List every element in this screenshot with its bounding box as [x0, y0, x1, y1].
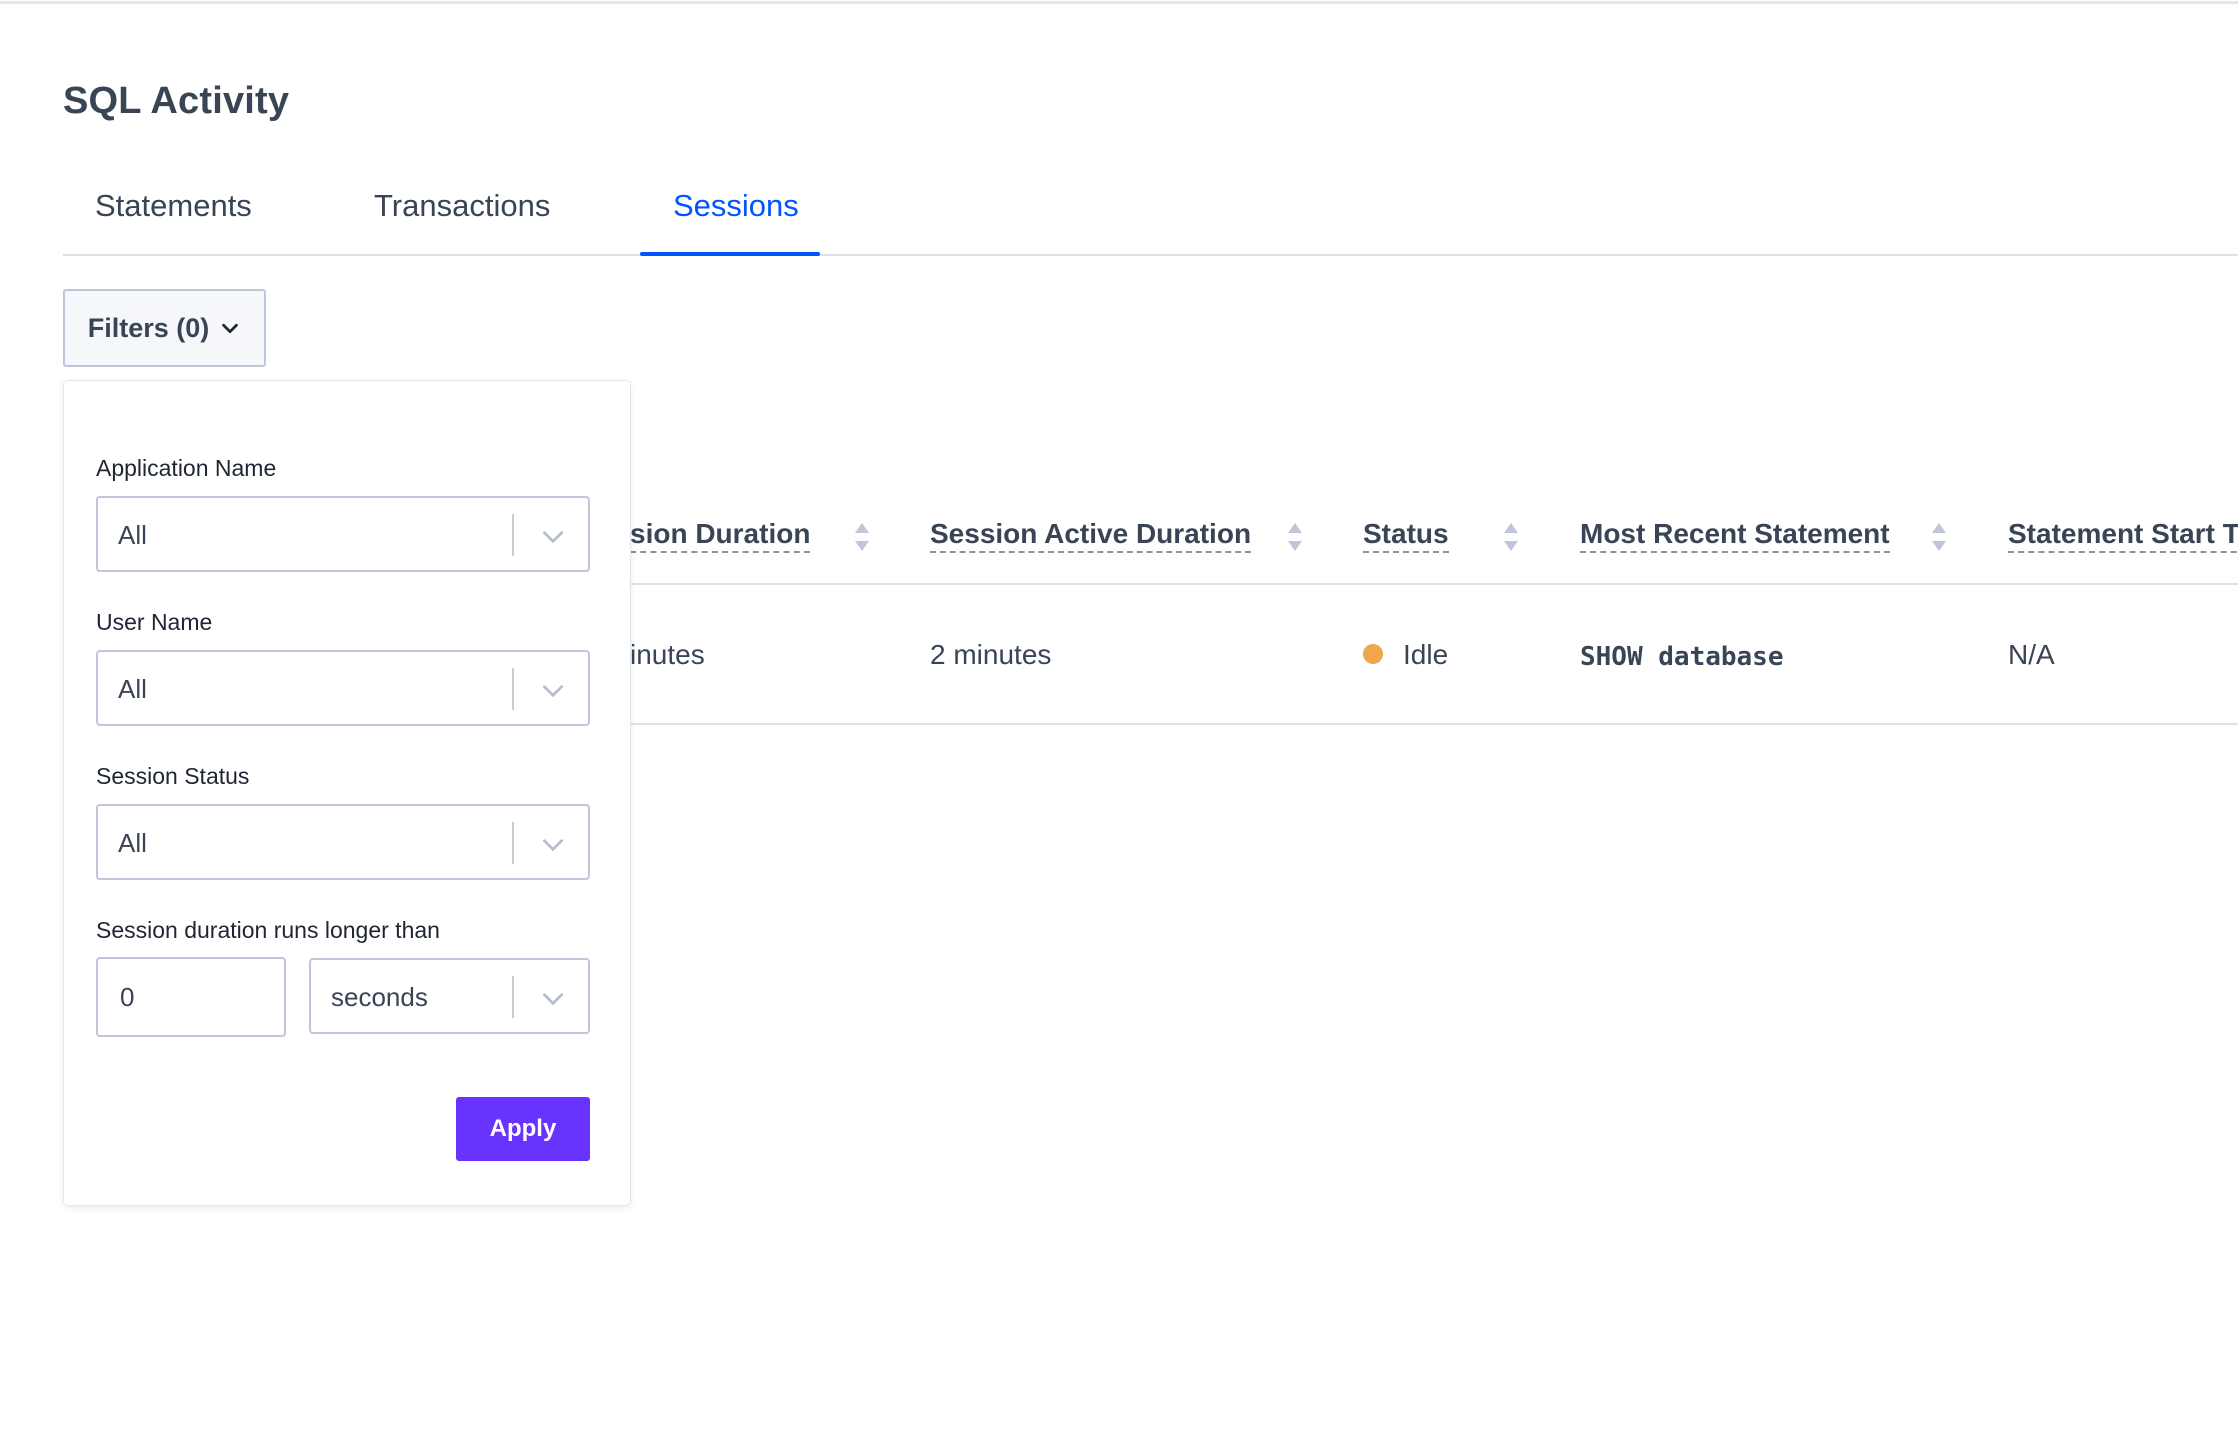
chevron-down-icon: [542, 531, 564, 544]
application-name-select[interactable]: All: [96, 496, 590, 572]
select-separator: [512, 976, 514, 1018]
filters-button[interactable]: Filters (0): [63, 289, 266, 367]
tab-transactions[interactable]: Transactions: [374, 188, 550, 256]
session-status-select[interactable]: All: [96, 804, 590, 880]
chevron-down-icon: [542, 685, 564, 698]
cell-statement-start-time: N/A: [2008, 639, 2055, 670]
cell-status: Idle: [1403, 639, 1449, 670]
filters-panel: Application Name All User Name All Sessi…: [63, 380, 631, 1206]
column-statement-start-time[interactable]: Statement Start Ti: [2008, 518, 2238, 553]
sort-icon[interactable]: [853, 520, 871, 554]
sort-icon[interactable]: [1930, 520, 1948, 554]
chevron-down-icon: [542, 993, 564, 1006]
column-label: sion Duration: [630, 518, 811, 553]
application-name-label: Application Name: [96, 455, 277, 481]
select-value: seconds: [331, 982, 428, 1012]
chevron-down-icon: [222, 323, 239, 334]
top-border: [0, 0, 2238, 4]
cell-session-duration: inutes: [630, 639, 705, 670]
select-separator: [512, 822, 514, 864]
page-title: SQL Activity: [63, 80, 290, 122]
duration-unit-select[interactable]: seconds: [309, 958, 590, 1034]
column-status[interactable]: Status: [1363, 518, 1449, 553]
session-duration-input[interactable]: [96, 957, 286, 1037]
column-session-active-duration[interactable]: Session Active Duration: [930, 518, 1252, 553]
table-row[interactable]: inutes 2 minutes Idle SHOW database N/A: [630, 587, 2238, 725]
select-value: All: [118, 828, 147, 858]
column-label: Most Recent Statement: [1580, 518, 1890, 553]
select-value: All: [118, 674, 147, 704]
session-status-label: Session Status: [96, 763, 250, 789]
cell-session-active-duration: 2 minutes: [930, 639, 1052, 670]
column-session-duration[interactable]: sion Duration: [630, 518, 811, 553]
sort-icon[interactable]: [1286, 520, 1304, 554]
select-value: All: [118, 520, 147, 550]
table-header: sion Duration Session Active Duration St…: [630, 500, 2238, 585]
apply-button[interactable]: Apply: [456, 1097, 590, 1161]
sort-icon[interactable]: [1502, 520, 1520, 554]
column-label: Session Active Duration: [930, 518, 1252, 553]
cell-most-recent-statement[interactable]: SHOW database: [1580, 642, 1784, 672]
active-tab-indicator: [640, 252, 820, 256]
tab-sessions[interactable]: Sessions: [673, 188, 799, 256]
filters-button-label: Filters (0): [87, 312, 210, 343]
session-duration-label: Session duration runs longer than: [96, 917, 440, 943]
column-most-recent-statement[interactable]: Most Recent Statement: [1580, 518, 1890, 553]
user-name-label: User Name: [96, 609, 213, 635]
column-label: Status: [1363, 518, 1449, 553]
user-name-select[interactable]: All: [96, 650, 590, 726]
status-idle-dot-icon: [1363, 644, 1383, 664]
select-separator: [512, 668, 514, 710]
chevron-down-icon: [542, 839, 564, 852]
select-separator: [512, 514, 514, 556]
tab-statements[interactable]: Statements: [95, 188, 252, 256]
column-label: Statement Start Ti: [2008, 518, 2238, 553]
tab-bar: Statements Transactions Sessions: [63, 180, 2238, 256]
